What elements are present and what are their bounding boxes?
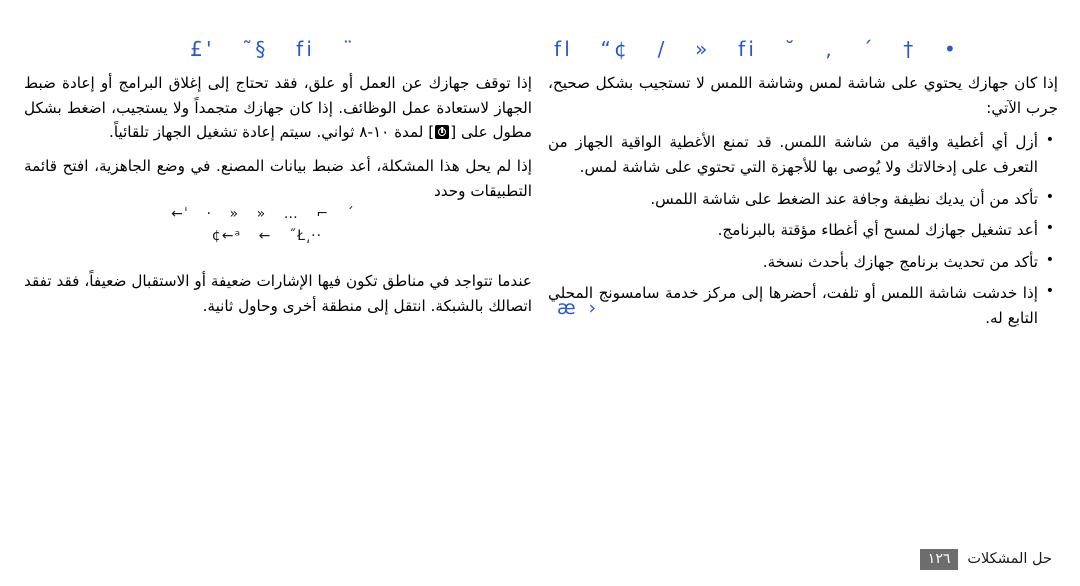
stray-glyph-artifact: æ › bbox=[557, 297, 600, 319]
page-number-badge: ١٢٦ bbox=[919, 548, 959, 570]
page-footer: حل المشكلات ١٢٦ bbox=[919, 548, 1052, 570]
menu-path-line-2: ¢←ᵃ ← ˝Ł͵·· bbox=[211, 228, 323, 245]
touchscreen-tips-list: أزل أي أغطية واقية من شاشة اللمس. قد تمن… bbox=[548, 129, 1058, 330]
list-item: أزل أي أغطية واقية من شاشة اللمس. قد تمن… bbox=[548, 129, 1058, 179]
left-column: £' ˜§ fi ¨ إذا توقف جهازك عن العمل أو عل… bbox=[0, 38, 540, 338]
weak-signal-paragraph: عندما تتواجد في مناطق تكون فيها الإشارات… bbox=[24, 272, 532, 315]
list-item: أعد تشغيل جهازك لمسح أي أغطاء مؤقتة بالب… bbox=[548, 217, 1058, 243]
menu-path-line-1: ←ˈ · » » … ⌐ ´ bbox=[171, 206, 355, 223]
list-item: تأكد من تحديث برنامج جهازك بأحدث نسخة. bbox=[548, 249, 1058, 275]
list-item: تأكد من أن يديك نظيفة وجافة عند الضغط عل… bbox=[548, 186, 1058, 212]
right-column-heading: fl “¢ / » fi ˘ , ´ † • bbox=[554, 37, 960, 61]
right-column: fl “¢ / » fi ˘ , ´ † • إذا كان جهازك يحت… bbox=[540, 38, 1080, 338]
device-frozen-paragraph: إذا توقف جهازك عن العمل أو علق، فقد تحتا… bbox=[24, 71, 532, 145]
manual-page: fl “¢ / » fi ˘ , ´ † • إذا كان جهازك يحت… bbox=[0, 0, 1080, 586]
touchscreen-intro-paragraph: إذا كان جهازك يحتوي على شاشة لمس وشاشة ا… bbox=[548, 74, 1058, 117]
factory-reset-paragraph: إذا لم يحل هذا المشكلة، أعد ضبط بيانات ا… bbox=[24, 156, 532, 200]
frozen-text-after-key: ] لمدة ١٠-٨ ثواني. سيتم إعادة تشغيل الجه… bbox=[109, 123, 435, 142]
left-column-heading: £' ˜§ fi ¨ bbox=[190, 37, 356, 61]
footer-section-label: حل المشكلات bbox=[967, 551, 1052, 568]
power-key-icon bbox=[435, 125, 450, 140]
list-item: إذا خدشت شاشة اللمس أو تلفت، أحضرها إلى … bbox=[548, 280, 1058, 330]
two-column-body: fl “¢ / » fi ˘ , ´ † • إذا كان جهازك يحت… bbox=[0, 38, 1080, 338]
